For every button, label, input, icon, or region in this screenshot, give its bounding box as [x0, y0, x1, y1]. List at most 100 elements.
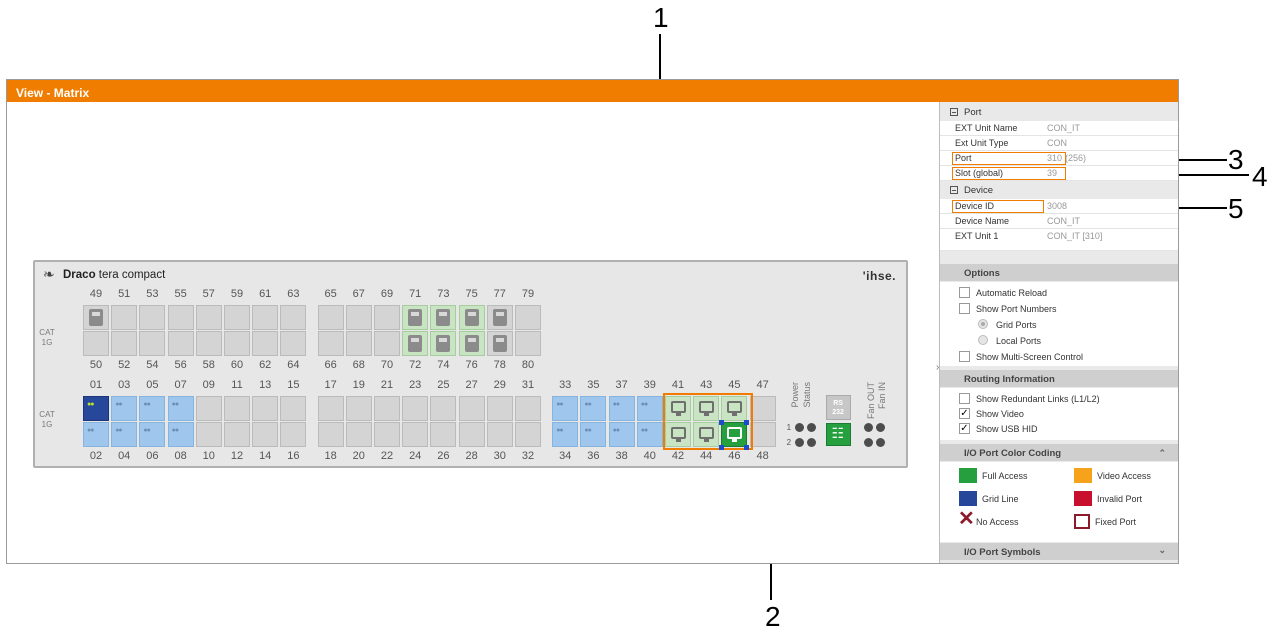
port-cell[interactable] — [430, 305, 457, 330]
port-cell[interactable] — [402, 305, 429, 330]
local-ports-radio[interactable] — [978, 335, 988, 345]
port-cell[interactable] — [317, 422, 344, 447]
port-cell[interactable] — [515, 422, 541, 447]
grid-ports-radio[interactable] — [978, 319, 988, 329]
port-cell[interactable] — [374, 331, 400, 356]
port-cell[interactable] — [280, 422, 307, 447]
port-cell[interactable] — [749, 396, 776, 421]
port-cell[interactable] — [111, 331, 138, 356]
redundant-links-checkbox[interactable] — [959, 393, 970, 404]
port-cell[interactable] — [83, 305, 109, 330]
port-cell[interactable] — [224, 305, 250, 330]
port-cell[interactable] — [486, 422, 513, 447]
port-number: 29 — [493, 379, 506, 391]
port-cell[interactable] — [345, 396, 372, 421]
port-section-header[interactable]: Port — [940, 104, 1178, 120]
port-cell[interactable] — [111, 305, 138, 330]
show-port-numbers-checkbox[interactable] — [959, 303, 970, 314]
device-section-header[interactable]: Device — [940, 182, 1178, 198]
port-cell[interactable]: ●● — [636, 422, 663, 447]
port-cell[interactable] — [430, 396, 457, 421]
port-cell[interactable] — [374, 396, 400, 421]
port-cell[interactable] — [430, 422, 457, 447]
port-cell[interactable] — [280, 396, 307, 421]
port-cell[interactable]: ●● — [552, 422, 579, 447]
port-cell[interactable] — [374, 305, 400, 330]
port-cell[interactable] — [402, 422, 429, 447]
port-number: 33 — [559, 379, 572, 391]
port-cell[interactable]: ●● — [167, 422, 194, 447]
port-cell[interactable] — [195, 305, 222, 330]
port-cell[interactable]: ●● — [167, 396, 194, 421]
show-video-checkbox[interactable]: ✓ — [959, 408, 970, 419]
show-usb-checkbox[interactable]: ✓ — [959, 423, 970, 434]
port-cell[interactable] — [402, 396, 429, 421]
port-cell[interactable]: ●● — [552, 396, 579, 421]
status-dots: ●● — [87, 401, 95, 408]
port-cell[interactable] — [374, 422, 400, 447]
port-cell[interactable] — [317, 305, 344, 330]
port-cell[interactable] — [252, 422, 279, 447]
port-cell[interactable] — [280, 305, 307, 330]
color-coding-header[interactable]: I/O Port Color Coding ⌃ — [940, 444, 1178, 461]
port-cell[interactable] — [345, 422, 372, 447]
port-cell[interactable] — [83, 331, 109, 356]
chevron-down-icon[interactable]: ⌄ — [1158, 545, 1166, 556]
port-cell[interactable]: ●● — [139, 422, 166, 447]
automatic-reload-checkbox[interactable] — [959, 287, 970, 298]
port-cell[interactable]: ●● — [111, 422, 138, 447]
port-cell[interactable] — [224, 331, 250, 356]
port-cell[interactable] — [749, 422, 776, 447]
port-cell[interactable] — [252, 396, 279, 421]
port-cell[interactable] — [167, 331, 194, 356]
port-cell[interactable] — [195, 396, 222, 421]
port-number: 52 — [118, 359, 131, 371]
status-led — [794, 423, 804, 432]
port-cell[interactable] — [252, 305, 279, 330]
options-header[interactable]: Options — [940, 264, 1178, 281]
port-cell[interactable]: ●● — [608, 396, 635, 421]
port-cell[interactable] — [224, 396, 250, 421]
port-cell[interactable]: ●● — [83, 422, 109, 447]
port-cell[interactable] — [345, 305, 372, 330]
port-cell[interactable] — [195, 331, 222, 356]
port-cell[interactable] — [345, 331, 372, 356]
port-cell[interactable] — [195, 422, 222, 447]
port-cell[interactable]: ●● — [636, 396, 663, 421]
port-cell[interactable] — [458, 422, 485, 447]
port-cell[interactable] — [252, 331, 279, 356]
show-multiscreen-checkbox[interactable] — [959, 351, 970, 362]
routing-header[interactable]: Routing Information — [940, 370, 1178, 387]
port-cell[interactable] — [139, 305, 166, 330]
port-cell[interactable] — [458, 305, 485, 330]
port-cell[interactable]: ●● — [139, 396, 166, 421]
port-number: 30 — [493, 450, 506, 462]
port-cell[interactable]: ●● — [580, 422, 607, 447]
port-cell[interactable] — [224, 422, 250, 447]
port-cell[interactable] — [317, 396, 344, 421]
port-cell[interactable] — [486, 331, 513, 356]
port-symbols-header[interactable]: I/O Port Symbols ⌄ — [940, 543, 1178, 560]
port-cell[interactable] — [486, 396, 513, 421]
port-cell[interactable] — [402, 331, 429, 356]
port-cell[interactable] — [458, 331, 485, 356]
port-cell[interactable]: ●● — [608, 422, 635, 447]
chevron-up-icon[interactable]: ⌃ — [1158, 448, 1166, 459]
port-cell[interactable]: ●● — [111, 396, 138, 421]
status-dots: ●● — [640, 427, 649, 434]
port-cell[interactable] — [458, 396, 485, 421]
port-cell[interactable] — [167, 305, 194, 330]
rs232-port[interactable]: RS 232 — [825, 395, 851, 420]
network-port-icon[interactable] — [825, 423, 851, 446]
port-cell[interactable]: ●● — [580, 396, 607, 421]
port-cell[interactable] — [317, 331, 344, 356]
port-cell[interactable] — [515, 396, 541, 421]
port-cell[interactable] — [515, 305, 541, 330]
port-cell[interactable] — [139, 331, 166, 356]
port-cell[interactable] — [280, 331, 307, 356]
port-number: 79 — [521, 288, 535, 300]
port-cell[interactable] — [430, 331, 457, 356]
port-cell[interactable]: ●● — [83, 396, 109, 421]
port-cell[interactable] — [486, 305, 513, 330]
port-cell[interactable] — [515, 331, 541, 356]
